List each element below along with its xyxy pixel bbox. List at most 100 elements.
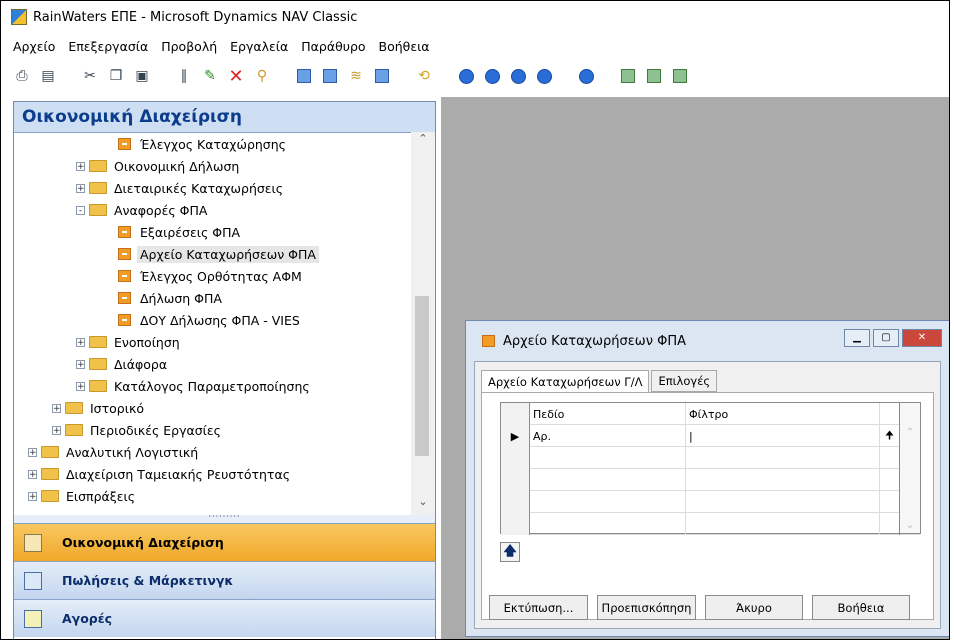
- field-cell[interactable]: [530, 491, 686, 513]
- tree-item-vat-exceptions[interactable]: Εξαιρέσεις ΦΠΑ: [118, 221, 243, 243]
- table-icon[interactable]: [373, 67, 391, 85]
- filter-cell[interactable]: [686, 513, 880, 535]
- tree-item-misc[interactable]: + Διάφορα: [76, 353, 170, 375]
- tree-item-posting-check[interactable]: Έλεγχος Καταχώρησης: [118, 133, 289, 155]
- tree-item-vat-entries-file[interactable]: Αρχείο Καταχωρήσεων ΦΠΑ: [118, 243, 319, 265]
- field-cell[interactable]: [530, 447, 686, 469]
- help-button[interactable]: Βοήθεια: [812, 595, 910, 620]
- row-selector[interactable]: [501, 447, 530, 469]
- flowfilter-icon[interactable]: [321, 67, 339, 85]
- tree-item-financial-statement[interactable]: + Οικονομική Δήλωση: [76, 155, 242, 177]
- menu-tools[interactable]: Εργαλεία: [230, 39, 288, 54]
- filter-cell[interactable]: [686, 447, 880, 469]
- minimize-icon[interactable]: ▁: [844, 329, 870, 347]
- expand-icon[interactable]: +: [76, 161, 85, 171]
- expand-icon[interactable]: +: [76, 381, 85, 391]
- new-icon[interactable]: ✎: [201, 67, 219, 85]
- filter-cell[interactable]: |: [686, 425, 880, 447]
- expand-icon[interactable]: +: [28, 491, 37, 501]
- tree-item-vat-reports[interactable]: - Αναφορές ΦΠΑ: [76, 199, 210, 221]
- tree-item-history[interactable]: + Ιστορικό: [52, 397, 147, 419]
- row-selector[interactable]: [501, 469, 530, 491]
- tree-item-cash-flow[interactable]: + Διαχείριση Ταμειακής Ρευστότητας: [28, 463, 293, 485]
- chevron-down-icon[interactable]: ⌄: [900, 520, 920, 531]
- cut-icon[interactable]: ✂: [81, 67, 99, 85]
- tree-item-cost-accounting[interactable]: + Αναλυτική Λογιστική: [28, 441, 201, 463]
- next-icon[interactable]: [509, 67, 527, 85]
- expand-icon[interactable]: +: [52, 403, 61, 413]
- paste-icon[interactable]: ▣: [133, 67, 151, 85]
- grid-scrollbar[interactable]: ⌃ ⌄: [900, 403, 920, 533]
- tree-item-setup-checklist[interactable]: + Κατάλογος Παραμετροποίησης: [76, 375, 313, 397]
- tree-item-periodic-activities[interactable]: + Περιοδικές Εργασίες: [52, 419, 224, 441]
- preview-icon[interactable]: ▤: [39, 67, 57, 85]
- chevron-down-icon[interactable]: ⌄: [411, 495, 435, 515]
- preview-button[interactable]: Προεπισκόπηση: [597, 595, 696, 620]
- tree-item-vat-number-check[interactable]: Έλεγχος Ορθότητας ΑΦΜ: [118, 265, 305, 287]
- filter-cell[interactable]: [686, 469, 880, 491]
- chevron-up-icon[interactable]: ⌃: [900, 427, 920, 438]
- menu-edit[interactable]: Επεξεργασία: [68, 39, 148, 54]
- sort-arrow-icon[interactable]: 🠉: [880, 425, 900, 447]
- field-cell[interactable]: [530, 513, 686, 535]
- dialog-title-bar[interactable]: Αρχείο Καταχωρήσεων ΦΠΑ ▁ ▢ ✕: [466, 321, 949, 361]
- expand-icon[interactable]: +: [28, 469, 37, 479]
- row-button: [880, 469, 900, 491]
- nav-button-sales-marketing[interactable]: Πωλήσεις & Μάρκετινγκ: [14, 561, 435, 599]
- tab-options[interactable]: Επιλογές: [651, 370, 718, 392]
- field-cell[interactable]: Αρ.: [530, 425, 686, 447]
- expand-icon[interactable]: +: [76, 359, 85, 369]
- tree-item-vies[interactable]: ΔΟΥ Δήλωσης ΦΠΑ - VIES: [118, 309, 303, 331]
- previous-icon[interactable]: [483, 67, 501, 85]
- tree-item-consolidation[interactable]: + Ενοποίηση: [76, 331, 183, 353]
- collapse-icon[interactable]: -: [76, 205, 85, 215]
- filter-icon[interactable]: [295, 67, 313, 85]
- table-row[interactable]: [501, 491, 920, 513]
- last-icon[interactable]: [535, 67, 553, 85]
- tree-scrollbar[interactable]: ⌃ ⌄: [411, 132, 435, 515]
- expand-icon[interactable]: +: [52, 425, 61, 435]
- menu-window[interactable]: Παράθυρο: [301, 39, 365, 54]
- up-icon[interactable]: [577, 67, 595, 85]
- row-selector[interactable]: [501, 513, 530, 535]
- scrollbar-thumb[interactable]: [415, 296, 429, 456]
- attach-icon[interactable]: ∥: [175, 67, 193, 85]
- pane-splitter-grip[interactable]: ·········: [14, 513, 435, 523]
- print-icon[interactable]: ⎙: [13, 67, 31, 85]
- menu-view[interactable]: Προβολή: [161, 39, 217, 54]
- card-icon[interactable]: [619, 67, 637, 85]
- row-selector[interactable]: [501, 491, 530, 513]
- refresh-icon[interactable]: ⟲: [415, 67, 433, 85]
- delete-icon[interactable]: ✕: [227, 66, 245, 87]
- nav-button-financial-management[interactable]: Οικονομική Διαχείριση: [14, 523, 435, 561]
- menu-file[interactable]: Αρχείο: [13, 39, 55, 54]
- tree-item-vat-declaration[interactable]: Δήλωση ΦΠΑ: [118, 287, 225, 309]
- close-icon[interactable]: ✕: [902, 329, 942, 347]
- tab-gl-entries[interactable]: Αρχείο Καταχωρήσεων Γ/Λ: [481, 370, 650, 394]
- chevron-up-icon[interactable]: ⌃: [411, 132, 435, 152]
- filter-cell[interactable]: [686, 491, 880, 513]
- row-pointer-icon[interactable]: ▶: [501, 425, 530, 447]
- tree-item-intercompany[interactable]: + Διεταιρικές Καταχωρήσεις: [76, 177, 286, 199]
- maximize-icon[interactable]: ▢: [873, 329, 899, 347]
- find-icon[interactable]: ⚲: [253, 67, 271, 85]
- move-up-button[interactable]: 🡅: [500, 542, 520, 562]
- print-button[interactable]: Εκτύπωση...: [489, 595, 588, 620]
- list-icon[interactable]: [645, 67, 663, 85]
- expand-icon[interactable]: +: [28, 447, 37, 457]
- tree-item-receivables[interactable]: + Εισπράξεις: [28, 485, 138, 507]
- table-row[interactable]: [501, 513, 920, 535]
- expand-icon[interactable]: +: [76, 337, 85, 347]
- table-row[interactable]: [501, 447, 920, 469]
- table-row[interactable]: ▶ Αρ. | 🠉: [501, 425, 920, 447]
- copy-icon[interactable]: ❐: [107, 67, 125, 85]
- sort-icon[interactable]: ≋: [347, 67, 365, 85]
- cancel-button[interactable]: Άκυρο: [705, 595, 803, 620]
- lookup-icon[interactable]: [671, 67, 689, 85]
- nav-button-purchases[interactable]: Αγορές: [14, 599, 435, 637]
- menu-help[interactable]: Βοήθεια: [379, 39, 430, 54]
- expand-icon[interactable]: +: [76, 183, 85, 193]
- table-row[interactable]: [501, 469, 920, 491]
- first-icon[interactable]: [457, 67, 475, 85]
- field-cell[interactable]: [530, 469, 686, 491]
